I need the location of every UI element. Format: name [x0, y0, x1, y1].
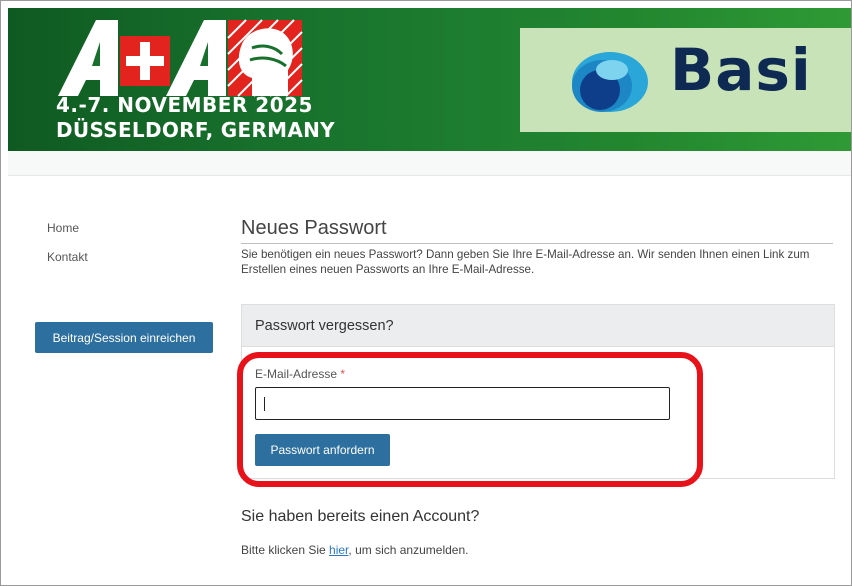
sidebar-item-home[interactable]: Home	[47, 221, 79, 235]
login-prefix: Bitte klicken Sie	[241, 543, 330, 557]
sidebar-item-kontakt[interactable]: Kontakt	[47, 250, 88, 264]
sponsor-logo-icon	[572, 52, 648, 112]
header-banner: 4.-7. NOVEMBER 2025 DÜSSELDORF, GERMANY …	[8, 8, 851, 151]
panel-title: Passwort vergessen?	[255, 318, 394, 334]
panel-header: Passwort vergessen?	[242, 305, 834, 347]
login-hint: Bitte klicken Sie hier, um sich anzumeld…	[241, 543, 468, 557]
login-suffix: , um sich anzumelden.	[348, 543, 469, 557]
sponsor-banner[interactable]: Basi	[520, 28, 851, 132]
sponsor-name: Basi	[670, 36, 812, 104]
event-location: DÜSSELDORF, GERMANY	[56, 118, 335, 142]
account-heading: Sie haben bereits einen Account?	[241, 508, 480, 525]
submit-session-button[interactable]: Beitrag/Session einreichen	[35, 322, 213, 353]
event-date: 4.-7. NOVEMBER 2025	[56, 93, 313, 117]
browser-frame: 4.-7. NOVEMBER 2025 DÜSSELDORF, GERMANY …	[0, 0, 852, 586]
page-title: Neues Passwort	[241, 217, 387, 239]
intro-text: Sie benötigen ein neues Passwort? Dann g…	[241, 248, 810, 276]
login-link[interactable]: hier	[329, 543, 348, 557]
highlight-annotation	[237, 352, 703, 487]
title-divider	[241, 243, 833, 244]
a-plus-a-logo	[58, 19, 303, 97]
header-subbar	[8, 151, 851, 176]
